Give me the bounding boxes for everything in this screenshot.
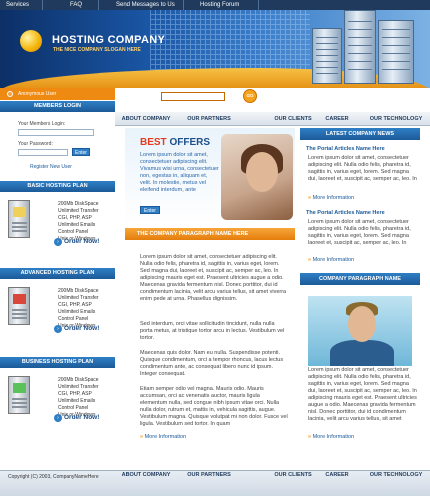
- server-screen: [13, 207, 26, 217]
- offers-title: BEST OFFERS: [140, 137, 211, 148]
- news-title[interactable]: The Portal Articles Name Here: [306, 210, 385, 216]
- plan-card: 200Mb DiskSpace Unlimited Transfer CGI, …: [0, 372, 115, 434]
- server-tower-icon: [378, 20, 414, 84]
- woman-phone-photo: [221, 134, 293, 220]
- sun-logo-icon: [20, 30, 42, 52]
- more-info-link[interactable]: » More Information: [308, 257, 354, 263]
- brand-slogan: THE NICE COMPANY SLOGAN HERE: [53, 47, 141, 53]
- search-input[interactable]: [161, 92, 225, 101]
- order-now-link[interactable]: Order Now!: [64, 238, 99, 245]
- server-screen: [13, 294, 26, 304]
- arrow-right-icon[interactable]: ›: [54, 414, 62, 422]
- latest-news-heading: LATEST COMPANY NEWS: [300, 128, 420, 140]
- login-box: Your Members Login: Your Password: Enter…: [0, 114, 115, 176]
- password-input[interactable]: [18, 149, 68, 156]
- server-tower-icon: [344, 10, 376, 84]
- login-label: Your Members Login:: [18, 121, 66, 127]
- topnav-divider: [42, 0, 43, 10]
- nav-about-company[interactable]: ABOUT COMPANY: [115, 112, 177, 126]
- company-paragraph-text: Lorem ipsum dolor sit amet, consectetuer…: [140, 254, 287, 302]
- login-enter-button[interactable]: Enter: [72, 148, 90, 156]
- footer-our-partners[interactable]: OUR PARTNERS: [181, 468, 237, 482]
- news-text: Lorem ipsum dolor sit amet, consectetuer…: [308, 155, 417, 182]
- topnav-faq[interactable]: FAQ: [70, 1, 82, 9]
- topnav-hosting-forum[interactable]: Hosting Forum: [200, 1, 239, 9]
- offers-enter-button[interactable]: Enter: [140, 206, 160, 214]
- password-label: Your Password:: [18, 141, 53, 147]
- topnav-services[interactable]: Services: [6, 1, 29, 9]
- user-status: Anonymous User: [18, 91, 57, 97]
- offers-text: Lorem ipsum dolor sit amet, consectetuer…: [140, 152, 219, 193]
- server-case-icon: [8, 376, 30, 414]
- brand-name: HOSTING COMPANY: [52, 34, 166, 46]
- plan-card: 200Mb DiskSpace Unlimited Transfer CGI, …: [0, 196, 115, 258]
- topnav-divider: [98, 0, 99, 10]
- plan-heading: ADVANCED HOSTING PLAN: [0, 268, 115, 279]
- company-paragraph-text: Sed interdum, orci vitae sollicitudin ti…: [140, 321, 285, 341]
- footer-our-clients[interactable]: OUR CLIENTS: [265, 468, 321, 482]
- more-info-link[interactable]: » More Information: [140, 434, 186, 440]
- register-link[interactable]: Register New User: [30, 164, 72, 170]
- login-input[interactable]: [18, 129, 94, 136]
- footer-about-company[interactable]: ABOUT COMPANY: [115, 468, 177, 482]
- topnav-divider: [183, 0, 184, 10]
- search-label: SEARCH:: [131, 94, 157, 100]
- order-now-link[interactable]: Order Now!: [64, 325, 99, 332]
- plan-heading: BUSINESS HOSTING PLAN: [0, 357, 115, 368]
- server-case-icon: [8, 200, 30, 238]
- nav-our-clients[interactable]: OUR CLIENTS: [265, 112, 321, 126]
- user-icon: [7, 91, 13, 97]
- news-title[interactable]: The Portal Articles Name Here: [306, 146, 385, 152]
- copyright: Copyright (C) 2003, CompanyNameHere: [8, 474, 99, 480]
- more-info-link[interactable]: » More Information: [308, 434, 354, 440]
- nav-career[interactable]: CAREER: [319, 112, 355, 126]
- server-tower-icon: [312, 28, 342, 84]
- topnav-divider: [258, 0, 259, 10]
- company-paragraph-text: Etiam semper odio vel magna. Mauris odio…: [140, 386, 288, 427]
- footer-career[interactable]: CAREER: [319, 468, 355, 482]
- server-screen: [13, 383, 26, 393]
- top-nav-bar: Services FAQ Send Messages to Us Hosting…: [0, 0, 430, 10]
- company-paragraph-text: Maecenas quis dolor. Nam eu nulla. Suspe…: [140, 350, 284, 377]
- plan-heading: BASIC HOSTING PLAN: [0, 181, 115, 192]
- topnav-send-messages[interactable]: Send Messages to Us: [116, 1, 175, 9]
- company-side-text: Lorem ipsum dolor sit amet, consectetuer…: [308, 367, 417, 422]
- best-offers-panel: BEST OFFERS Lorem ipsum dolor sit amet, …: [125, 128, 295, 224]
- footer-our-technology[interactable]: OUR TECHNOLOGY: [363, 468, 429, 482]
- order-now-link[interactable]: Order Now!: [64, 414, 99, 421]
- footer-nav: ABOUT COMPANY OUR PARTNERS OUR CLIENTS C…: [115, 468, 430, 482]
- plan-features: 200Mb DiskSpace Unlimited Transfer CGI, …: [58, 288, 99, 329]
- plan-card: 200Mb DiskSpace Unlimited Transfer CGI, …: [0, 283, 115, 345]
- arrow-right-icon[interactable]: ›: [54, 325, 62, 333]
- server-case-icon: [8, 287, 30, 325]
- nav-our-partners[interactable]: OUR PARTNERS: [181, 112, 237, 126]
- more-info-link[interactable]: » More Information: [308, 195, 354, 201]
- user-status-bar: Anonymous User: [0, 88, 115, 100]
- plan-features: 200Mb DiskSpace Unlimited Transfer CGI, …: [58, 201, 99, 242]
- man-headset-photo: [308, 296, 412, 366]
- company-side-heading: COMPANY PARAGRAPH NAME: [300, 273, 420, 285]
- search-bar: SEARCH: GO: [115, 88, 295, 108]
- members-login-heading: MEMBERS LOGIN: [0, 101, 115, 112]
- nav-our-technology[interactable]: OUR TECHNOLOGY: [363, 112, 429, 126]
- arrow-right-icon[interactable]: ›: [54, 238, 62, 246]
- company-paragraph-heading: THE COMPANY PARAGRAPH NAME HERE: [125, 228, 295, 240]
- news-text: Lorem ipsum dolor sit amet, consectetuer…: [308, 219, 411, 246]
- plan-features: 200Mb DiskSpace Unlimited Transfer CGI, …: [58, 377, 99, 418]
- search-go-button[interactable]: GO: [243, 89, 257, 103]
- main-nav: ABOUT COMPANY OUR PARTNERS OUR CLIENTS C…: [115, 112, 430, 126]
